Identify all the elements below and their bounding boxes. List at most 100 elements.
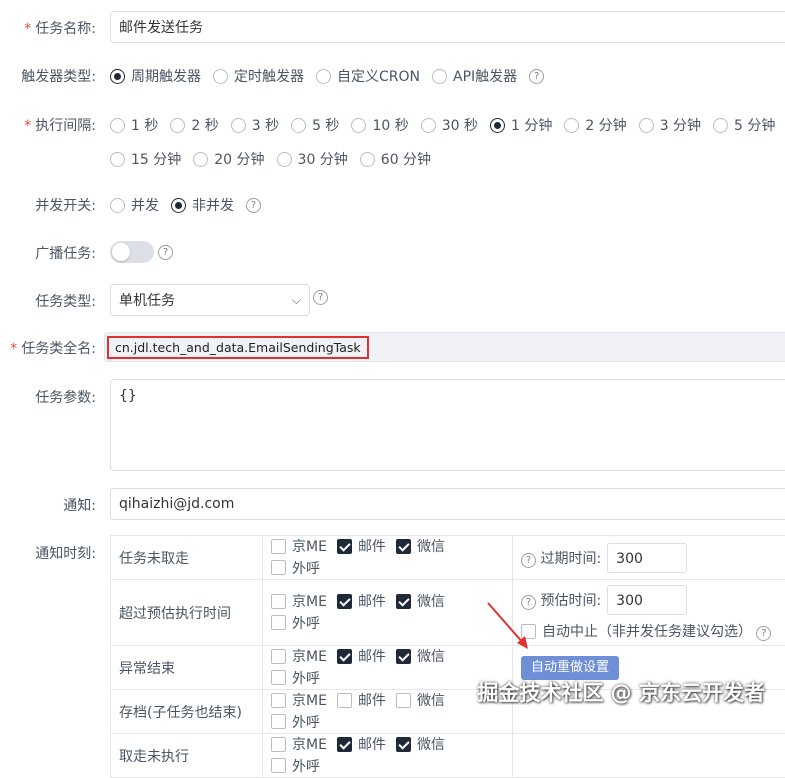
trigger-type-option[interactable]: API触发器	[432, 66, 517, 86]
params-label: 任务参数:	[35, 387, 96, 407]
broadcast-label: 广播任务:	[35, 243, 96, 263]
channel-checkbox-jingme[interactable]: 京ME	[271, 646, 327, 666]
class-name-highlight: cn.jdl.tech_and_data.EmailSendingTask	[107, 336, 369, 359]
channel-checkbox-mail[interactable]: 邮件	[337, 591, 386, 611]
notify-input[interactable]: qihaizhi@jd.com	[110, 488, 785, 520]
trigger-type-option-label: API触发器	[453, 66, 517, 86]
interval-option[interactable]: 5 分钟	[713, 115, 775, 135]
task-name-label: *任务名称:	[24, 18, 96, 38]
interval-option[interactable]: 60 分钟	[360, 149, 431, 169]
channel-checkbox-call[interactable]: 外呼	[271, 668, 320, 688]
interval-option[interactable]: 2 分钟	[564, 115, 626, 135]
channel-checkbox-call[interactable]: 外呼	[271, 613, 320, 633]
radio-circle-icon	[110, 152, 125, 167]
interval-option[interactable]: 10 秒	[351, 115, 408, 135]
broadcast-toggle[interactable]	[110, 241, 154, 263]
concurrency-option[interactable]: 并发	[110, 195, 159, 215]
channel-checkbox-wechat[interactable]: 微信	[396, 591, 445, 611]
channel-label: 外呼	[292, 756, 320, 776]
help-icon[interactable]: ?	[246, 198, 261, 213]
params-textarea[interactable]: {}	[110, 379, 785, 471]
radio-circle-icon	[110, 198, 125, 213]
channel-label: 京ME	[292, 536, 327, 556]
help-icon[interactable]: ?	[313, 290, 328, 305]
interval-option[interactable]: 30 分钟	[277, 149, 348, 169]
channel-checkbox-wechat[interactable]: 微信	[396, 734, 445, 754]
help-icon[interactable]: ?	[529, 69, 544, 84]
channel-label: 京ME	[292, 734, 327, 754]
channel-checkbox-jingme[interactable]: 京ME	[271, 591, 327, 611]
interval-option[interactable]: 2 秒	[170, 115, 218, 135]
radio-circle-icon	[713, 118, 728, 133]
channel-checkbox-mail[interactable]: 邮件	[337, 690, 386, 710]
help-icon[interactable]: ?	[158, 245, 173, 260]
task-name-input[interactable]: 邮件发送任务	[110, 11, 785, 43]
interval-option[interactable]: 3 秒	[231, 115, 279, 135]
trigger-type-option[interactable]: 周期触发器	[110, 66, 201, 86]
event-cell: 存档(子任务也结束)	[111, 690, 263, 734]
interval-option[interactable]: 1 分钟	[490, 115, 552, 135]
radio-circle-icon	[490, 118, 505, 133]
expire-label: 过期时间:	[540, 551, 601, 567]
radio-circle-icon	[351, 118, 366, 133]
channel-checkbox-jingme[interactable]: 京ME	[271, 734, 327, 754]
interval-option[interactable]: 3 分钟	[639, 115, 701, 135]
radio-circle-icon	[213, 69, 228, 84]
channel-checkbox-call[interactable]: 外呼	[271, 558, 320, 578]
channel-checkbox-mail[interactable]: 邮件	[337, 536, 386, 556]
channel-label: 京ME	[292, 646, 327, 666]
concurrency-option[interactable]: 非并发	[171, 195, 234, 215]
interval-option[interactable]: 15 分钟	[110, 149, 181, 169]
class-name-input[interactable]: cn.jdl.tech_and_data.EmailSendingTask	[104, 332, 785, 362]
channel-checkbox-mail[interactable]: 邮件	[337, 646, 386, 666]
interval-option[interactable]: 20 分钟	[193, 149, 264, 169]
option-cell: ? 过期时间: 300	[513, 536, 785, 580]
trigger-type-option-label: 定时触发器	[234, 66, 304, 86]
interval-option-label: 2 分钟	[585, 115, 626, 135]
channel-label: 外呼	[292, 712, 320, 732]
channel-checkbox-jingme[interactable]: 京ME	[271, 690, 327, 710]
trigger-type-option-label: 周期触发器	[131, 66, 201, 86]
broadcast-control: ?	[110, 241, 173, 263]
channel-checkbox-wechat[interactable]: 微信	[396, 690, 445, 710]
checkbox-icon	[271, 615, 286, 630]
channel-label: 邮件	[358, 690, 386, 710]
channel-checkbox-wechat[interactable]: 微信	[396, 646, 445, 666]
class-name-label: *任务类全名:	[10, 338, 96, 358]
interval-option[interactable]: 30 秒	[421, 115, 478, 135]
auto-redo-button[interactable]: 自动重做设置	[521, 656, 619, 680]
help-icon[interactable]: ?	[521, 553, 536, 568]
event-cell: 任务未取走	[111, 536, 263, 580]
table-row: 取走未执行京ME邮件微信外呼	[111, 734, 785, 778]
annotation-arrow-icon	[480, 598, 540, 658]
interval-radios-row1: 1 秒2 秒3 秒5 秒10 秒30 秒1 分钟2 分钟3 分钟5 分钟1	[110, 115, 785, 135]
channel-checkbox-jingme[interactable]: 京ME	[271, 536, 327, 556]
channel-label: 邮件	[358, 646, 386, 666]
channel-checkbox-wechat[interactable]: 微信	[396, 536, 445, 556]
help-icon[interactable]: ?	[756, 626, 771, 641]
expire-input[interactable]: 300	[607, 543, 687, 573]
trigger-type-row: 触发器类型: 周期触发器 定时触发器 自定义CRON API触发器?	[0, 66, 785, 86]
radio-circle-icon	[432, 69, 447, 84]
notify-table: 任务未取走京ME邮件微信外呼? 过期时间:300超过预估执行时间京ME邮件微信外…	[110, 535, 785, 778]
trigger-type-option[interactable]: 自定义CRON	[316, 66, 420, 86]
trigger-type-option-label: 自定义CRON	[337, 66, 420, 86]
channel-checkbox-mail[interactable]: 邮件	[337, 734, 386, 754]
interval-option[interactable]: 5 秒	[291, 115, 339, 135]
radio-circle-icon	[277, 152, 292, 167]
radio-circle-icon	[421, 118, 436, 133]
checkbox-icon	[271, 758, 286, 773]
channel-label: 微信	[417, 734, 445, 754]
channel-checkbox-call[interactable]: 外呼	[271, 756, 320, 776]
channel-label: 微信	[417, 591, 445, 611]
task-type-select[interactable]: 单机任务 ⌵	[110, 284, 310, 316]
interval-option[interactable]: 1 秒	[110, 115, 158, 135]
class-name-row: *任务类全名: cn.jdl.tech_and_data.EmailSendin…	[0, 332, 785, 362]
trigger-type-option[interactable]: 定时触发器	[213, 66, 304, 86]
trigger-type-label: 触发器类型:	[21, 66, 96, 86]
estimate-input[interactable]: 300	[607, 585, 687, 615]
channel-label: 京ME	[292, 690, 327, 710]
interval-option-label: 1 分钟	[511, 115, 552, 135]
channel-checkbox-call[interactable]: 外呼	[271, 712, 320, 732]
concurrency-label: 并发开关:	[35, 195, 96, 215]
